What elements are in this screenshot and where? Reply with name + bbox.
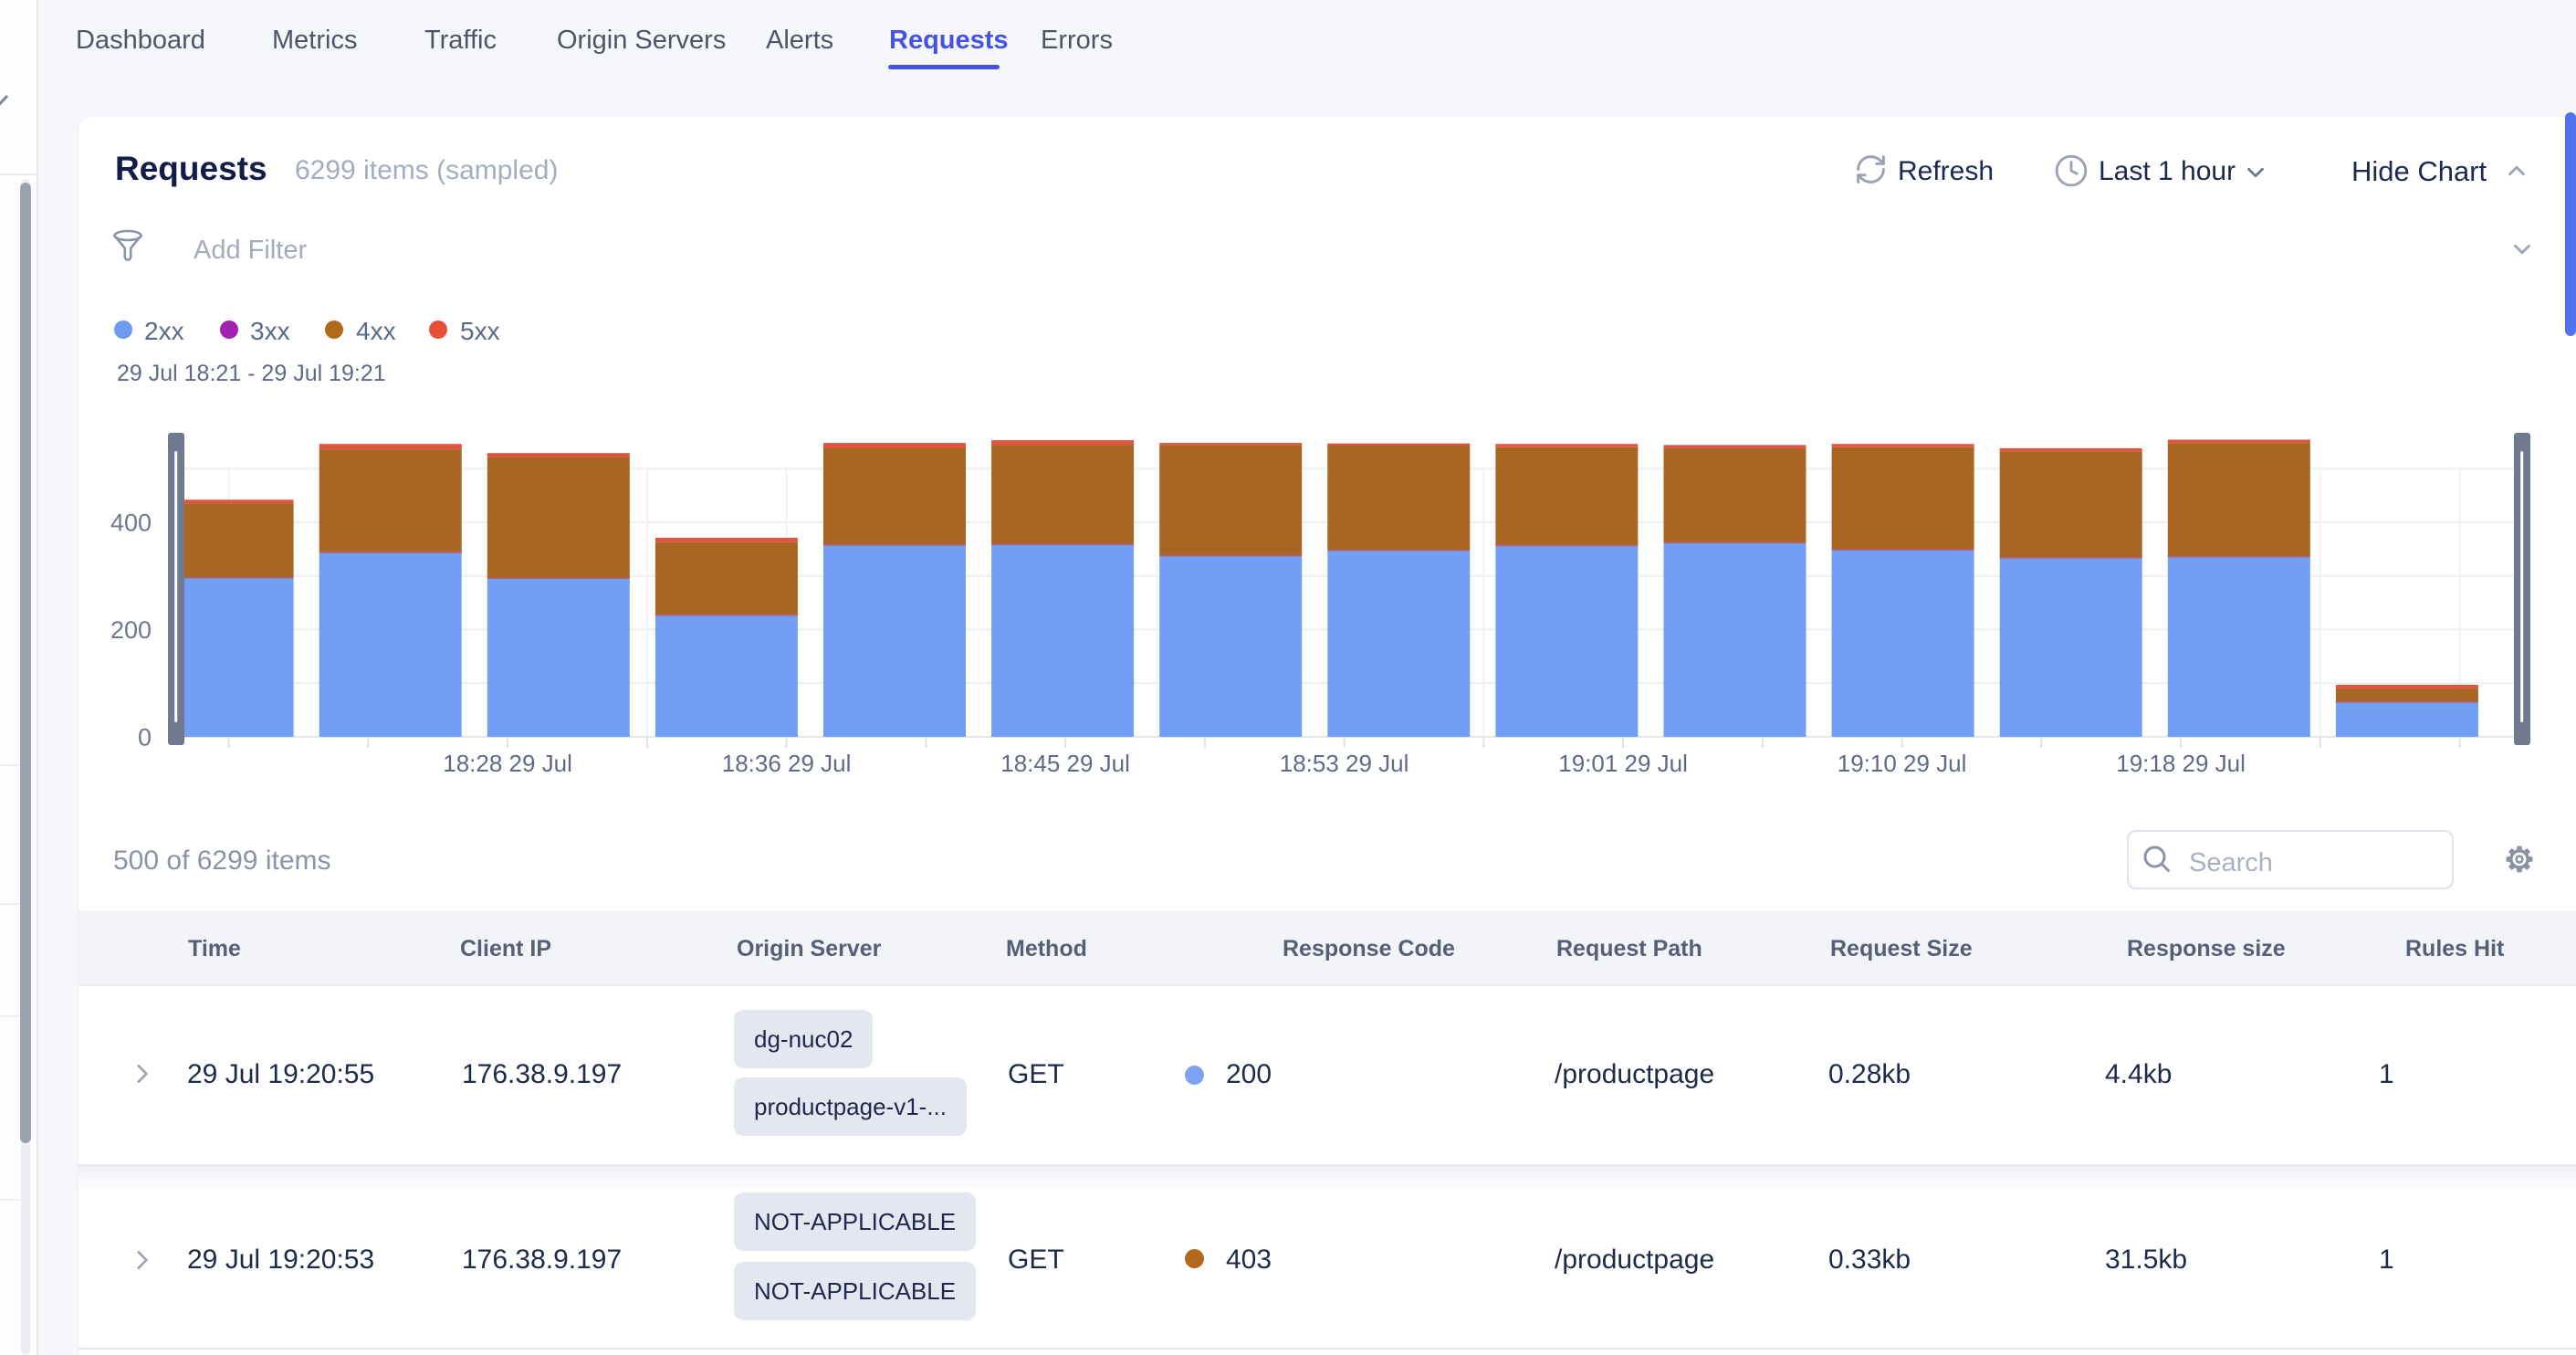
svg-text:18:28 29 Jul: 18:28 29 Jul xyxy=(443,750,572,777)
svg-text:0: 0 xyxy=(138,724,152,751)
svg-text:18:36 29 Jul: 18:36 29 Jul xyxy=(722,750,852,777)
svg-text:18:45 29 Jul: 18:45 29 Jul xyxy=(1000,750,1130,777)
svg-text:19:10 29 Jul: 19:10 29 Jul xyxy=(1838,750,1967,777)
svg-text:19:01 29 Jul: 19:01 29 Jul xyxy=(1558,750,1688,777)
svg-text:19:18 29 Jul: 19:18 29 Jul xyxy=(2116,750,2246,777)
svg-text:200: 200 xyxy=(110,616,152,644)
svg-text:400: 400 xyxy=(110,509,152,537)
svg-text:18:53 29 Jul: 18:53 29 Jul xyxy=(1280,750,1409,777)
